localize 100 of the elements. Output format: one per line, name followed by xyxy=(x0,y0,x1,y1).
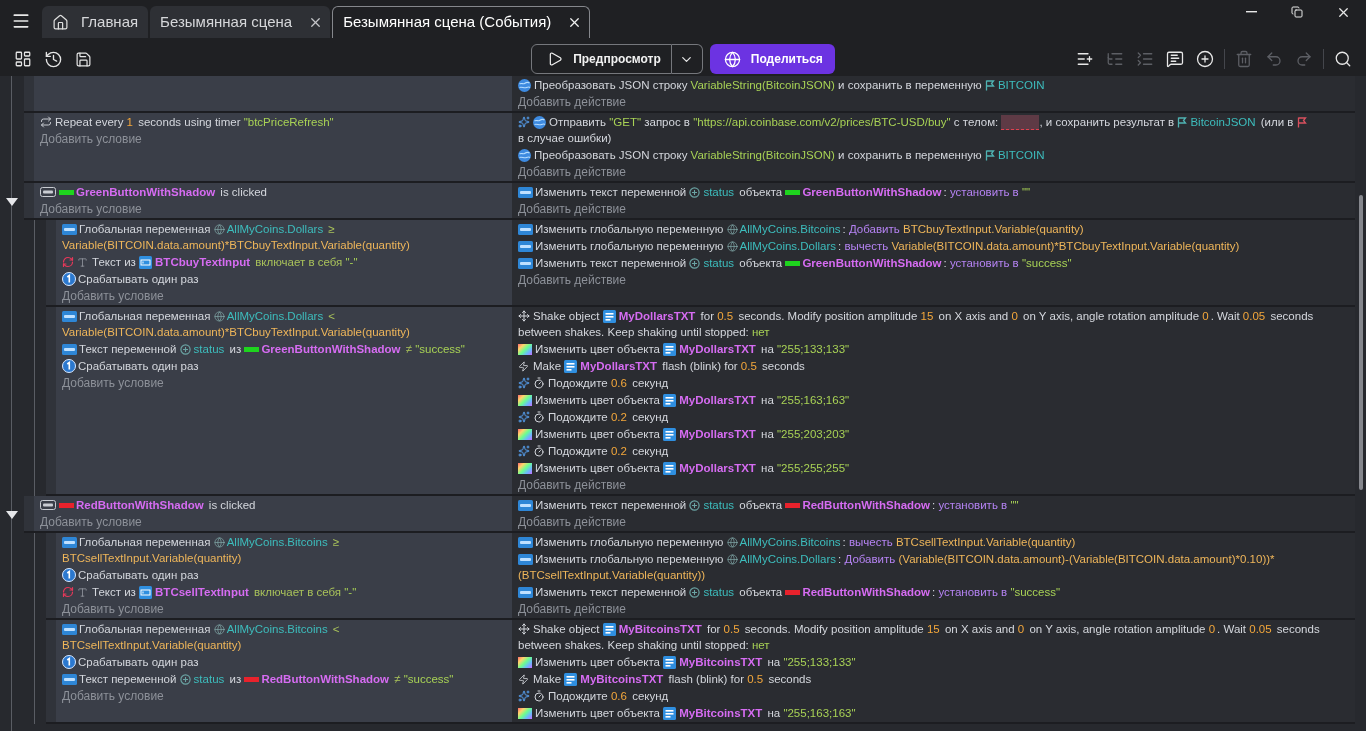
object-name: BTCsellTextInput xyxy=(155,585,249,600)
string-value: нет xyxy=(752,325,770,340)
menu-icon xyxy=(11,11,31,31)
preview-dropdown-button[interactable] xyxy=(671,44,703,74)
sparkle-icon xyxy=(518,690,530,702)
badge-icon xyxy=(62,310,77,322)
instruction-text: из xyxy=(228,342,243,357)
operator-text: < xyxy=(327,309,337,324)
circle-plus-icon xyxy=(179,343,191,355)
string-value: "255;163;163" xyxy=(783,706,856,721)
badge-icon xyxy=(518,553,533,565)
add-action-link[interactable]: Добавить действие xyxy=(518,272,626,288)
event-handle[interactable] xyxy=(24,113,34,183)
instruction-text: запрос в xyxy=(643,115,691,130)
instruction-text: Срабатывать один раз xyxy=(78,272,199,287)
move-arrows-icon xyxy=(518,623,530,635)
circle-plus-icon xyxy=(179,673,191,685)
string-value: "success" xyxy=(1010,585,1061,600)
operation-text: установить в xyxy=(949,185,1020,200)
variable-name: status xyxy=(703,185,735,200)
instruction-text: Подождите xyxy=(548,689,609,704)
instruction-text: Make xyxy=(533,359,563,374)
expression-text: BTCsellTextInput.Variable(quantity) xyxy=(895,535,1076,550)
move-arrows-icon xyxy=(518,310,530,322)
event-handle[interactable] xyxy=(24,76,34,113)
list-plus-icon xyxy=(1076,50,1094,68)
add-action-link[interactable]: Добавить действие xyxy=(518,601,626,617)
number-value: 0.05 xyxy=(1242,309,1266,324)
trash-icon xyxy=(1235,50,1253,68)
add-condition-link[interactable]: Добавить условие xyxy=(40,201,142,217)
stopwatch-icon xyxy=(533,445,545,457)
instruction-text: Repeat every xyxy=(55,115,125,130)
add-action-link[interactable]: Добавить действие xyxy=(518,201,626,217)
add-condition-link[interactable]: Добавить условие xyxy=(62,688,164,704)
scrollbar-thumb[interactable] xyxy=(1358,195,1363,490)
list-icon xyxy=(1136,50,1154,68)
instruction-text: Подождите xyxy=(548,444,609,459)
add-action-link[interactable]: Добавить действие xyxy=(518,94,626,110)
instruction-text: Текст из xyxy=(92,585,137,600)
tab[interactable]: Главная xyxy=(42,6,149,38)
add-condition-link[interactable]: Добавить условие xyxy=(62,375,164,391)
instruction-text: и сохранить в переменную xyxy=(837,148,983,163)
restore-icon xyxy=(1291,6,1303,18)
number-value: 0.5 xyxy=(740,359,757,374)
plus-circle-icon xyxy=(1196,50,1214,68)
instruction-text: Текст переменной xyxy=(79,342,178,357)
badge-icon xyxy=(518,257,533,269)
add-condition-link[interactable]: Добавить условие xyxy=(40,514,142,530)
instruction-text: Глобальная переменная xyxy=(79,535,212,550)
instruction-text: Преобразовать JSON строку xyxy=(534,78,689,93)
add-action-link[interactable]: Добавить действие xyxy=(518,477,626,493)
event-handle[interactable] xyxy=(24,496,34,533)
instruction-text: seconds. Modify position amplitude xyxy=(743,622,925,637)
add-action-link[interactable]: Добавить действие xyxy=(518,514,626,530)
add-condition-link[interactable]: Добавить условие xyxy=(62,288,164,304)
instruction-text: Shake object xyxy=(533,309,601,324)
circle-plus-icon xyxy=(689,186,701,198)
instruction-text: Изменить текст переменной xyxy=(535,498,688,513)
text-input-icon xyxy=(139,255,153,269)
add-action-link[interactable]: Добавить действие xyxy=(518,164,626,180)
add-condition-link[interactable]: Добавить условие xyxy=(40,131,142,147)
instruction-text: Изменить цвет объекта xyxy=(535,461,661,476)
event-handle[interactable] xyxy=(46,307,56,496)
globe-icon xyxy=(213,536,225,548)
expression-text: (Variable(BITCOIN.data.amount)-(Variable(BITCOIN.data.amount)*0.10))* xyxy=(898,552,1275,567)
circle-plus-icon xyxy=(689,257,701,269)
variable-name: BITCOIN xyxy=(997,148,1045,163)
stopwatch-icon xyxy=(533,377,545,389)
collapse-toggle[interactable] xyxy=(6,509,18,520)
text-lines-icon xyxy=(663,655,677,669)
instruction-text: between shakes. Keep shaking until stopped: xyxy=(518,325,750,340)
operation-text: Добавить xyxy=(844,552,897,567)
collapse-toggle[interactable] xyxy=(6,196,18,207)
badge-icon xyxy=(62,343,77,355)
expression-text: (BTCsellTextInput.Variable(quantity)) xyxy=(518,568,706,583)
event-handle[interactable] xyxy=(46,533,56,620)
instruction-text: seconds xyxy=(1275,622,1321,637)
text-lines-icon xyxy=(564,672,578,686)
event-handle[interactable] xyxy=(46,620,56,724)
object-name: GreenButtonWithShadow xyxy=(261,342,401,357)
redo-icon xyxy=(1295,50,1313,68)
string-value: "-" xyxy=(345,255,358,270)
instruction-text: : xyxy=(932,498,937,513)
preview-button[interactable]: Предпросмотр xyxy=(531,44,672,74)
string-value: нет xyxy=(752,638,770,653)
event-handle[interactable] xyxy=(24,183,34,220)
tab[interactable]: Безымянная сцена (События) xyxy=(332,6,591,38)
operator-text: ≠ xyxy=(404,342,414,357)
number-value: 0.5 xyxy=(747,672,764,687)
object-name: RedButtonWithShadow xyxy=(261,672,390,687)
number-value: 0.2 xyxy=(610,444,627,459)
tab[interactable]: Безымянная сцена xyxy=(150,6,331,38)
repeat-icon xyxy=(40,116,52,128)
badge-icon xyxy=(62,673,77,685)
home-icon xyxy=(52,13,69,31)
instruction-text: Изменить текст переменной xyxy=(535,256,688,271)
share-button[interactable]: Поделиться xyxy=(709,44,835,74)
event-handle[interactable] xyxy=(46,220,56,307)
instruction-text: seconds using timer xyxy=(137,115,242,130)
add-condition-link[interactable]: Добавить условие xyxy=(62,601,164,617)
